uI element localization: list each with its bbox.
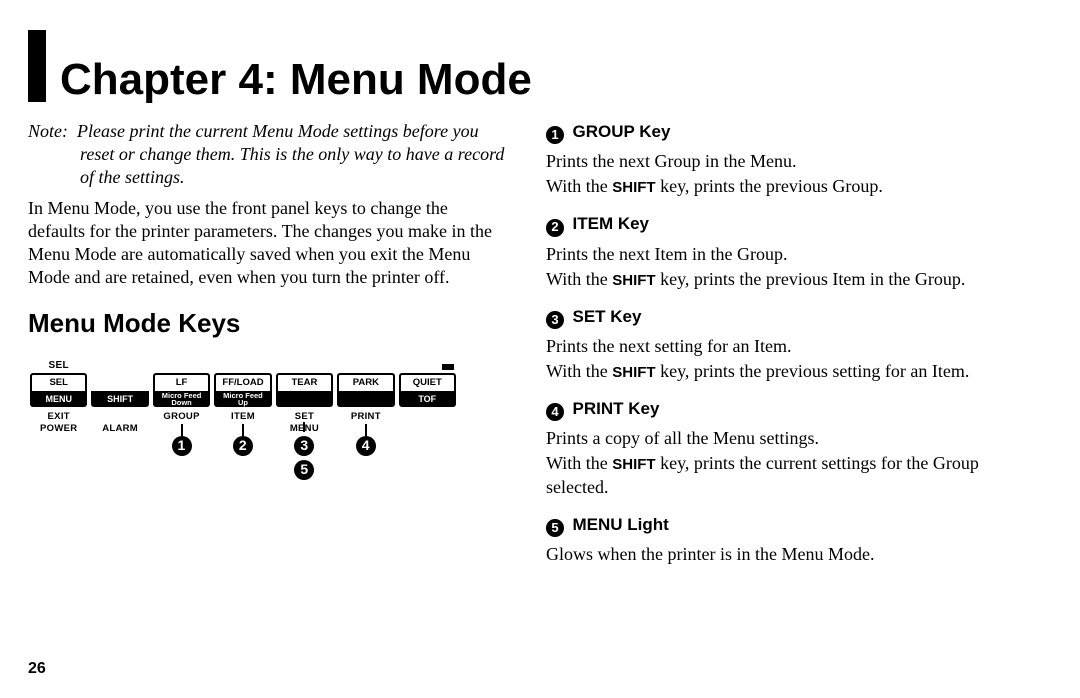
item-key-heading: ITEM Key bbox=[573, 214, 650, 233]
key-shift-bottom: SHIFT bbox=[91, 391, 148, 407]
circle-5: 5 bbox=[294, 460, 314, 480]
num-2-icon: 2 bbox=[546, 219, 564, 237]
num-3-icon: 3 bbox=[546, 311, 564, 329]
section-heading: Menu Mode Keys bbox=[28, 307, 506, 340]
desc-menu-light: 5 MENU Light Glows when the printer is i… bbox=[546, 513, 1024, 566]
key-quiet-top: QUIET bbox=[399, 373, 456, 391]
panel-top-row: SEL bbox=[28, 360, 458, 373]
note-prefix: Note: bbox=[28, 121, 68, 141]
print-key-line1: Prints a copy of all the Menu settings. bbox=[546, 427, 1024, 450]
set-key-shift: With the SHIFT key, prints the previous … bbox=[546, 360, 1024, 383]
note-paragraph: Note: Please print the current Menu Mode… bbox=[28, 120, 506, 189]
page-title: Chapter 4: Menu Mode bbox=[60, 58, 532, 102]
page-number: 26 bbox=[28, 660, 46, 678]
title-accent-bar bbox=[28, 30, 46, 102]
note-body: Please print the current Menu Mode setti… bbox=[77, 121, 504, 187]
key-tof-bottom: TOF bbox=[399, 391, 456, 407]
panel-key-top-row: SEL LF FF/LOAD TEAR PARK QUIET bbox=[28, 373, 458, 391]
circle-3: 3 bbox=[294, 436, 314, 456]
left-column: Note: Please print the current Menu Mode… bbox=[28, 120, 506, 580]
desc-item-key: 2 ITEM Key Prints the next Item in the G… bbox=[546, 212, 1024, 290]
panel-below-row1: EXIT GROUP ITEM SET PRINT bbox=[28, 411, 458, 423]
panel-label-sel-top: SEL bbox=[28, 360, 89, 373]
key-sel-top: SEL bbox=[30, 373, 87, 391]
group-key-line1: Prints the next Group in the Menu. bbox=[546, 150, 1024, 173]
circle-1: 1 bbox=[172, 436, 192, 456]
title-wrap: Chapter 4: Menu Mode bbox=[28, 30, 1024, 102]
page-root: Chapter 4: Menu Mode Note: Please print … bbox=[0, 0, 1080, 580]
key-park-top: PARK bbox=[337, 373, 394, 391]
right-column: 1 GROUP Key Prints the next Group in the… bbox=[546, 120, 1024, 580]
menu-light-heading: MENU Light bbox=[573, 515, 669, 534]
panel-number-row: 1 2 3 4 bbox=[28, 434, 458, 458]
set-key-line1: Prints the next setting for an Item. bbox=[546, 335, 1024, 358]
desc-set-key: 3 SET Key Prints the next setting for an… bbox=[546, 305, 1024, 383]
key-microfeed-up: Micro Feed Up bbox=[214, 391, 271, 407]
num-5-icon: 5 bbox=[546, 519, 564, 537]
intro-paragraph: In Menu Mode, you use the front panel ke… bbox=[28, 197, 506, 289]
key-lf-top: LF bbox=[153, 373, 210, 391]
key-ffload-top: FF/LOAD bbox=[214, 373, 271, 391]
panel-key-bottom-row: MENU SHIFT Micro Feed Down Micro Feed Up… bbox=[28, 391, 458, 407]
menu-light-line1: Glows when the printer is in the Menu Mo… bbox=[546, 543, 1024, 566]
num-1-icon: 1 bbox=[546, 126, 564, 144]
key-tear-top: TEAR bbox=[276, 373, 333, 391]
panel-led-indicator bbox=[442, 364, 454, 370]
panel-diagram: SEL SEL LF FF/LOAD TEAR PARK QUIET MENU bbox=[28, 354, 458, 481]
panel-number-row2: 5 bbox=[28, 458, 458, 482]
circle-2: 2 bbox=[233, 436, 253, 456]
key-microfeed-down: Micro Feed Down bbox=[153, 391, 210, 407]
group-key-heading: GROUP Key bbox=[573, 122, 671, 141]
two-column-layout: Note: Please print the current Menu Mode… bbox=[28, 120, 1024, 580]
item-key-line1: Prints the next Item in the Group. bbox=[546, 243, 1024, 266]
num-4-icon: 4 bbox=[546, 403, 564, 421]
set-key-heading: SET Key bbox=[573, 307, 642, 326]
print-key-heading: PRINT Key bbox=[573, 399, 660, 418]
print-key-shift: With the SHIFT key, prints the current s… bbox=[546, 452, 1024, 498]
desc-print-key: 4 PRINT Key Prints a copy of all the Men… bbox=[546, 397, 1024, 498]
key-tear-bottom bbox=[276, 391, 333, 407]
key-menu-bottom: MENU bbox=[30, 391, 87, 407]
item-key-shift: With the SHIFT key, prints the previous … bbox=[546, 268, 1024, 291]
circle-4: 4 bbox=[356, 436, 376, 456]
desc-group-key: 1 GROUP Key Prints the next Group in the… bbox=[546, 120, 1024, 198]
connector-3 bbox=[303, 422, 305, 432]
key-shift-top bbox=[91, 373, 148, 391]
key-park-bottom bbox=[337, 391, 394, 407]
group-key-shift: With the SHIFT key, prints the previous … bbox=[546, 175, 1024, 198]
